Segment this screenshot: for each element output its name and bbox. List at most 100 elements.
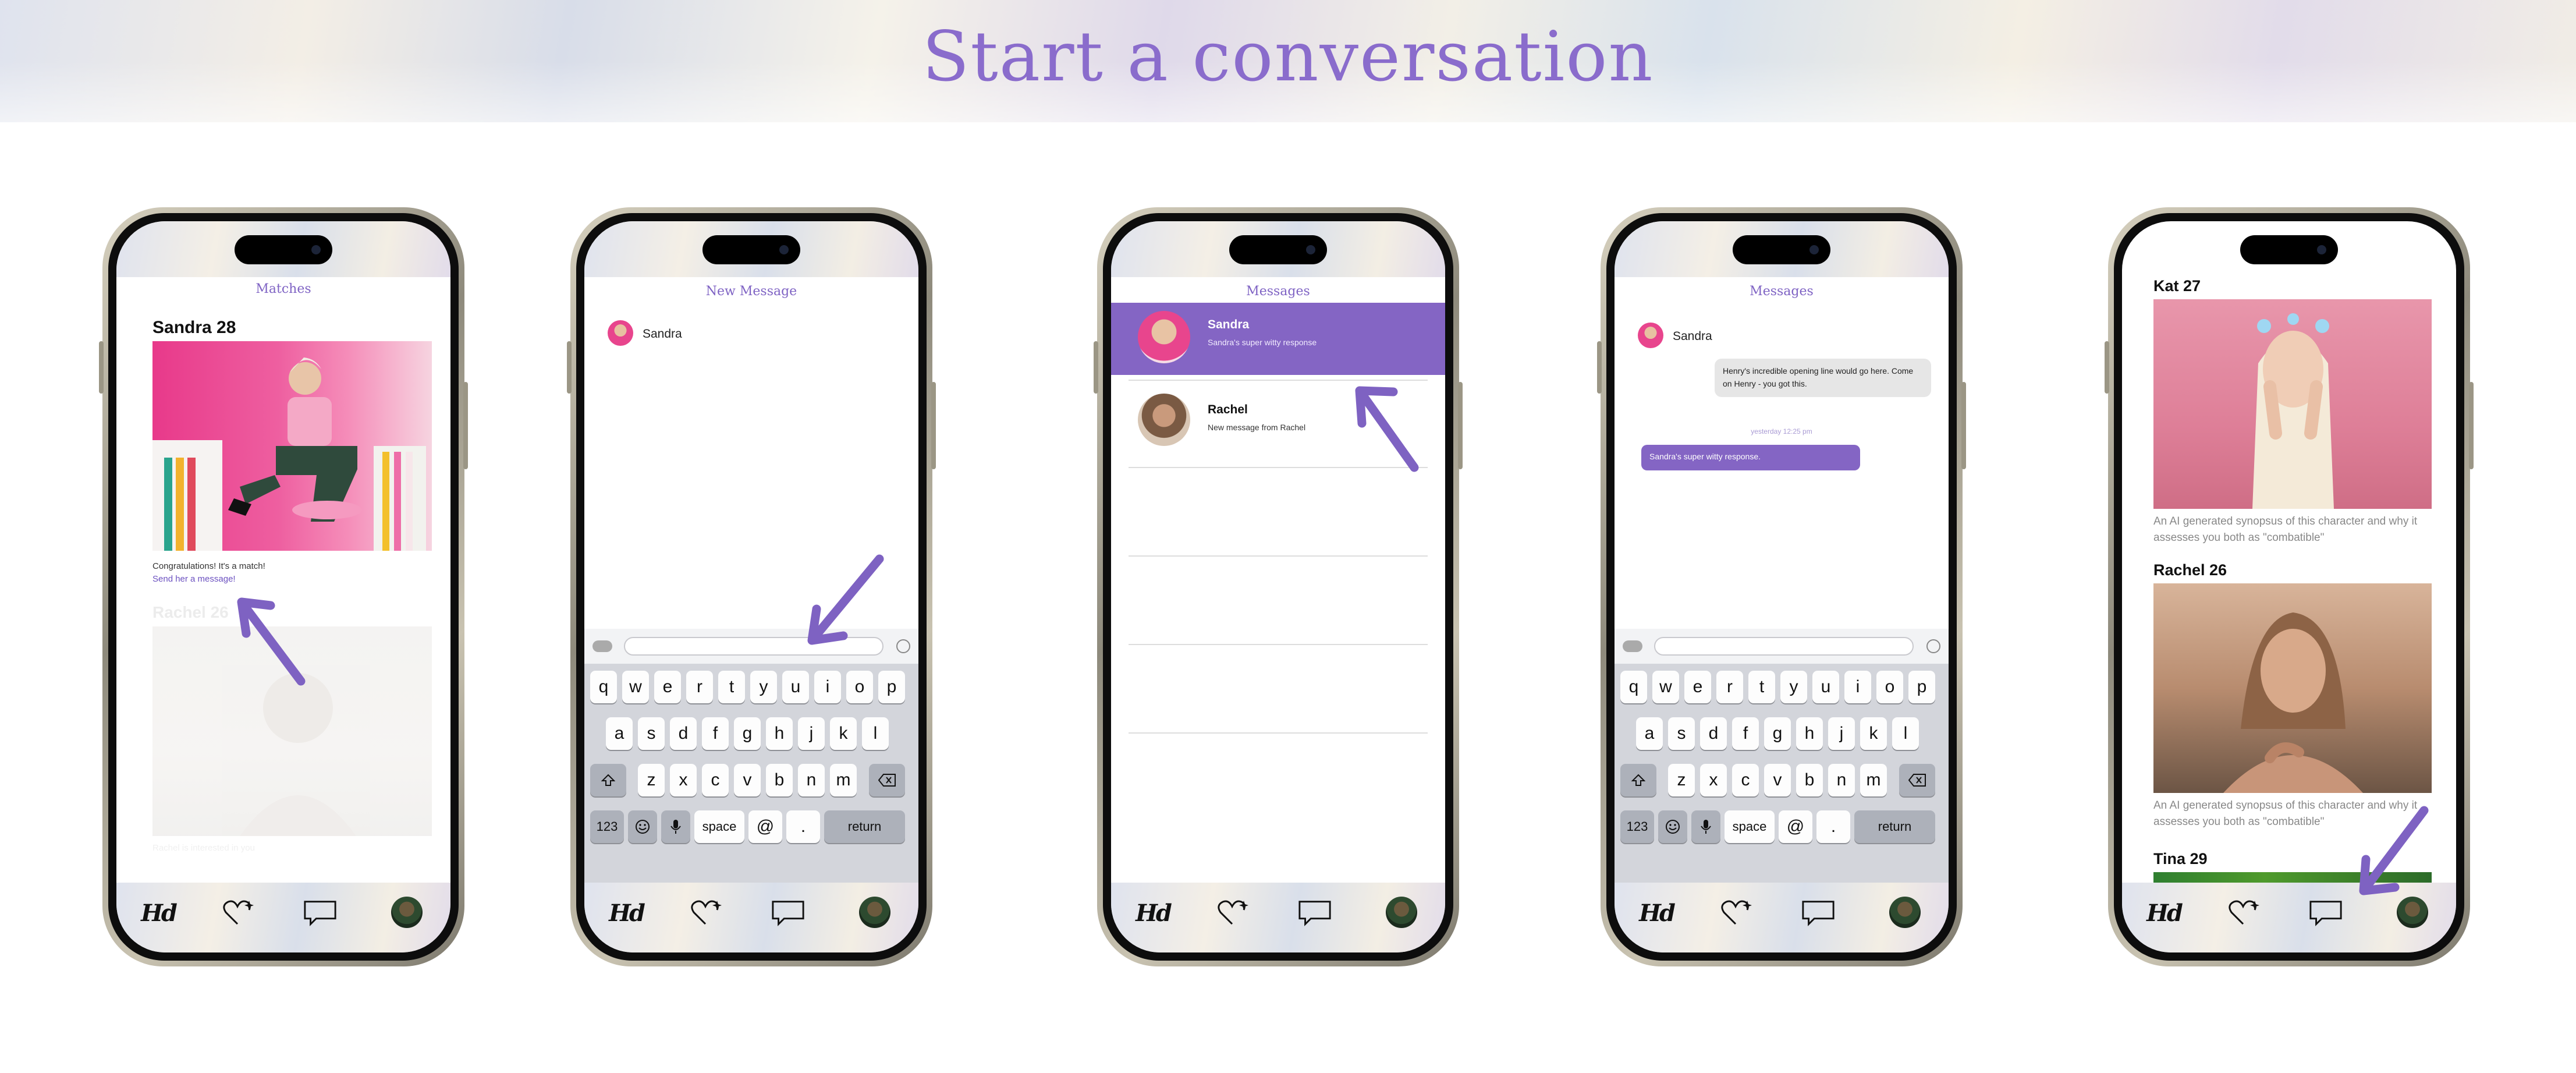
key-at[interactable]: @ <box>748 810 782 843</box>
key-w[interactable]: w <box>622 671 649 703</box>
key-p[interactable]: p <box>878 671 905 703</box>
key-g[interactable]: g <box>734 717 761 750</box>
key-dot[interactable]: . <box>786 810 820 843</box>
hd-logo-icon[interactable]: Hd <box>609 895 645 930</box>
key-w[interactable]: w <box>1652 671 1679 703</box>
message-input[interactable] <box>1654 637 1914 656</box>
key-y[interactable]: y <box>750 671 777 703</box>
key-m[interactable]: m <box>1860 764 1887 796</box>
shift-key[interactable] <box>1620 764 1656 796</box>
key-y[interactable]: y <box>1780 671 1807 703</box>
hd-logo-icon[interactable]: Hd <box>2146 895 2183 930</box>
profile-avatar[interactable] <box>391 897 423 928</box>
key-i[interactable]: i <box>814 671 841 703</box>
key-l[interactable]: l <box>862 717 889 750</box>
key-h[interactable]: h <box>766 717 793 750</box>
profile-photo[interactable] <box>2153 299 2432 509</box>
chat-bubble-icon[interactable] <box>771 895 806 930</box>
chat-bubble-icon[interactable] <box>1297 895 1332 930</box>
key-v[interactable]: v <box>1764 764 1791 796</box>
key-p[interactable]: p <box>1908 671 1935 703</box>
return-key[interactable]: return <box>1854 810 1935 843</box>
emoji-key[interactable] <box>628 810 657 843</box>
key-j[interactable]: j <box>1828 717 1855 750</box>
emoji-key[interactable] <box>1658 810 1687 843</box>
heart-sparkle-icon[interactable] <box>221 895 256 930</box>
key-g[interactable]: g <box>1764 717 1791 750</box>
send-message-link[interactable]: Send her a message! <box>152 574 236 584</box>
key-b[interactable]: b <box>766 764 793 796</box>
key-s[interactable]: s <box>638 717 665 750</box>
apps-icon[interactable] <box>1623 640 1642 652</box>
key-o[interactable]: o <box>846 671 873 703</box>
key-h[interactable]: h <box>1796 717 1823 750</box>
heart-sparkle-icon[interactable] <box>2227 895 2262 930</box>
key-r[interactable]: r <box>1716 671 1743 703</box>
key-x[interactable]: x <box>1700 764 1727 796</box>
key-z[interactable]: z <box>1668 764 1695 796</box>
hd-logo-icon[interactable]: Hd <box>141 895 178 930</box>
key-b[interactable]: b <box>1796 764 1823 796</box>
numbers-key[interactable]: 123 <box>590 810 624 843</box>
key-l[interactable]: l <box>1892 717 1919 750</box>
key-at[interactable]: @ <box>1779 810 1812 843</box>
profile-avatar[interactable] <box>859 897 890 928</box>
backspace-key[interactable] <box>869 764 905 796</box>
key-e[interactable]: e <box>1684 671 1711 703</box>
key-c[interactable]: c <box>1732 764 1759 796</box>
recipient-name[interactable]: Sandra <box>643 327 682 341</box>
key-z[interactable]: z <box>638 764 665 796</box>
key-a[interactable]: a <box>606 717 633 750</box>
hd-logo-icon[interactable]: Hd <box>1136 895 1172 930</box>
space-key[interactable]: space <box>1725 810 1775 843</box>
heart-sparkle-icon[interactable] <box>689 895 724 930</box>
key-e[interactable]: e <box>654 671 681 703</box>
chat-bubble-icon[interactable] <box>1801 895 1836 930</box>
key-dot[interactable]: . <box>1816 810 1850 843</box>
mic-key[interactable] <box>1691 810 1720 843</box>
match-photo[interactable] <box>152 341 432 551</box>
key-d[interactable]: d <box>670 717 697 750</box>
key-u[interactable]: u <box>1812 671 1839 703</box>
key-k[interactable]: k <box>1860 717 1887 750</box>
emoji-icon[interactable] <box>896 639 910 653</box>
key-t[interactable]: t <box>1748 671 1775 703</box>
key-r[interactable]: r <box>686 671 713 703</box>
space-key[interactable]: space <box>694 810 744 843</box>
key-v[interactable]: v <box>734 764 761 796</box>
key-j[interactable]: j <box>798 717 825 750</box>
key-q[interactable]: q <box>1620 671 1647 703</box>
key-s[interactable]: s <box>1668 717 1695 750</box>
key-k[interactable]: k <box>830 717 857 750</box>
chat-bubble-icon[interactable] <box>303 895 338 930</box>
key-n[interactable]: n <box>1828 764 1855 796</box>
key-i[interactable]: i <box>1844 671 1871 703</box>
key-c[interactable]: c <box>702 764 729 796</box>
heart-sparkle-icon[interactable] <box>1719 895 1754 930</box>
profile-avatar[interactable] <box>1889 897 1921 928</box>
key-d[interactable]: d <box>1700 717 1727 750</box>
key-n[interactable]: n <box>798 764 825 796</box>
apps-icon[interactable] <box>592 640 612 652</box>
key-f[interactable]: f <box>1732 717 1759 750</box>
key-t[interactable]: t <box>718 671 745 703</box>
key-x[interactable]: x <box>670 764 697 796</box>
emoji-icon[interactable] <box>1926 639 1940 653</box>
chat-bubble-icon[interactable] <box>2308 895 2343 930</box>
numbers-key[interactable]: 123 <box>1620 810 1654 843</box>
profile-photo[interactable] <box>2153 583 2432 793</box>
recipient-name[interactable]: Sandra <box>1673 330 1712 343</box>
hd-logo-icon[interactable]: Hd <box>1639 895 1676 930</box>
heart-sparkle-icon[interactable] <box>1216 895 1251 930</box>
key-q[interactable]: q <box>590 671 617 703</box>
profile-avatar[interactable] <box>1386 897 1417 928</box>
key-u[interactable]: u <box>782 671 809 703</box>
key-o[interactable]: o <box>1876 671 1903 703</box>
key-a[interactable]: a <box>1636 717 1663 750</box>
key-f[interactable]: f <box>702 717 729 750</box>
key-m[interactable]: m <box>830 764 857 796</box>
backspace-key[interactable] <box>1899 764 1935 796</box>
mic-key[interactable] <box>661 810 690 843</box>
shift-key[interactable] <box>590 764 626 796</box>
return-key[interactable]: return <box>824 810 905 843</box>
